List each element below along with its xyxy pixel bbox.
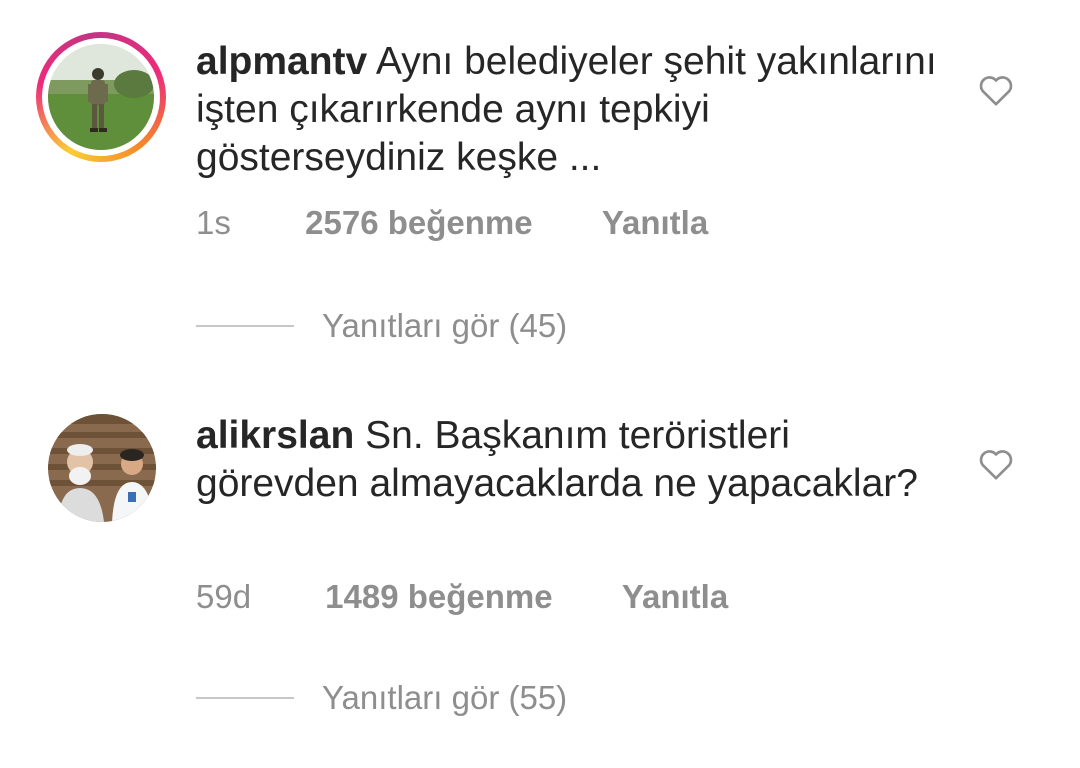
- likes-count-button[interactable]: 1489 beğenme: [325, 578, 552, 616]
- view-replies-label[interactable]: Yanıtları gör (45): [322, 307, 567, 345]
- comment-text-block: alpmantv Aynı belediyeler şehit yakınlar…: [196, 38, 956, 182]
- soldier-photo-avatar-icon: [48, 44, 154, 150]
- heart-outline-icon[interactable]: [976, 444, 1016, 484]
- replies-divider: [196, 325, 294, 327]
- comment-item: alpmantv Aynı belediyeler şehit yakınlar…: [0, 0, 1080, 344]
- reply-button[interactable]: Yanıtla: [602, 204, 708, 242]
- avatar[interactable]: [42, 38, 160, 156]
- comment-timestamp: 1s: [196, 204, 231, 241]
- comment-text-block: alikrslan Sn. Başkanım teröristleri göre…: [196, 412, 956, 508]
- story-ring[interactable]: [36, 32, 166, 162]
- comment-item: alikrslan Sn. Başkanım teröristleri göre…: [0, 400, 1080, 716]
- view-replies-label[interactable]: Yanıtları gör (55): [322, 679, 567, 717]
- comment-username[interactable]: alikrslan: [196, 414, 354, 457]
- likes-count-button[interactable]: 2576 beğenme: [305, 204, 532, 242]
- replies-divider: [196, 697, 294, 699]
- comment-timestamp: 59d: [196, 578, 252, 615]
- avatar[interactable]: [48, 414, 156, 522]
- two-people-photo-avatar-icon: [48, 414, 156, 522]
- comment-username[interactable]: alpmantv: [196, 40, 367, 83]
- comment-meta: 59d 1489 beğenme Yanıtla: [196, 578, 728, 616]
- comment-meta: 1s 2576 beğenme Yanıtla: [196, 204, 708, 242]
- heart-outline-icon[interactable]: [976, 70, 1016, 110]
- view-replies-button[interactable]: Yanıtları gör (45): [196, 306, 567, 346]
- reply-button[interactable]: Yanıtla: [622, 578, 728, 616]
- view-replies-button[interactable]: Yanıtları gör (55): [196, 678, 567, 718]
